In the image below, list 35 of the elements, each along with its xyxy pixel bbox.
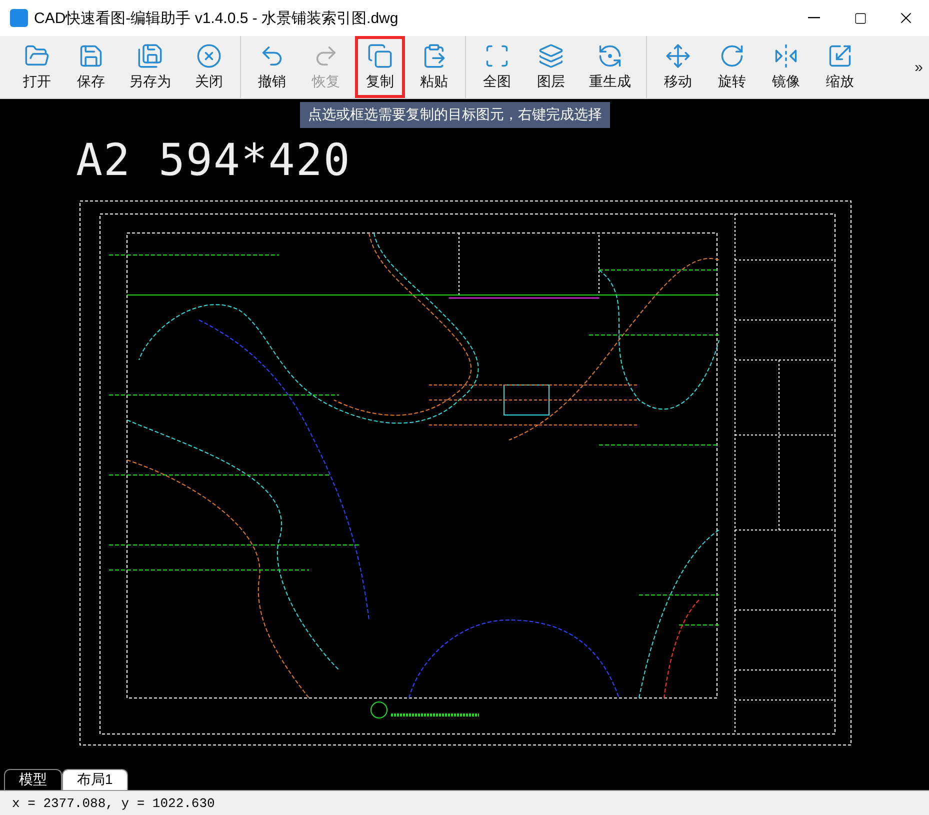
toolbar-button[interactable]: 撤销 <box>247 36 297 98</box>
close-circle-icon <box>196 43 222 69</box>
minimize-icon <box>808 17 820 19</box>
toolbar-button[interactable]: 保存 <box>66 36 116 98</box>
fit-view-icon <box>484 43 510 69</box>
maximize-icon <box>854 12 866 24</box>
toolbar-button[interactable]: 复制 <box>355 36 405 98</box>
app-icon <box>10 9 28 27</box>
layers-icon <box>538 43 564 69</box>
toolbar-button[interactable]: 打开 <box>12 36 62 98</box>
sheet-size-label: A2 594*420 <box>76 135 352 186</box>
move-icon <box>665 43 691 69</box>
toolbar-button[interactable]: 另存为 <box>120 36 180 98</box>
window-title: CAD快速看图-编辑助手 v1.4.0.5 - 水景铺装索引图.dwg <box>34 8 400 28</box>
save-as-icon <box>137 43 163 69</box>
rotate-icon <box>719 43 745 69</box>
regenerate-icon <box>597 43 623 69</box>
coordinates-readout: x = 2377.088, y = 1022.630 <box>12 796 215 810</box>
toolbar-button[interactable]: 全图 <box>472 36 522 98</box>
layout-tab[interactable]: 模型 <box>4 769 62 790</box>
toolbar-button[interactable]: 图层 <box>526 36 576 98</box>
mirror-icon <box>773 43 799 69</box>
toolbar-button[interactable]: 镜像 <box>761 36 811 98</box>
toolbar-button[interactable]: 移动 <box>653 36 703 98</box>
toolbar-button[interactable]: 重生成 <box>580 36 640 98</box>
save-icon <box>78 43 104 69</box>
copy-icon <box>367 43 393 69</box>
scale-icon <box>827 43 853 69</box>
toolbar-button[interactable]: 缩放 <box>815 36 865 98</box>
overflow-button[interactable]: » <box>914 58 929 76</box>
tooltip: 点选或框选需要复制的目标图元，右键完成选择 <box>300 102 610 128</box>
layout-tab[interactable]: 布局1 <box>62 769 128 790</box>
toolbar-button[interactable]: 旋转 <box>707 36 757 98</box>
toolbar-button[interactable]: 粘贴 <box>409 36 459 98</box>
toolbar-button[interactable]: 关闭 <box>184 36 234 98</box>
